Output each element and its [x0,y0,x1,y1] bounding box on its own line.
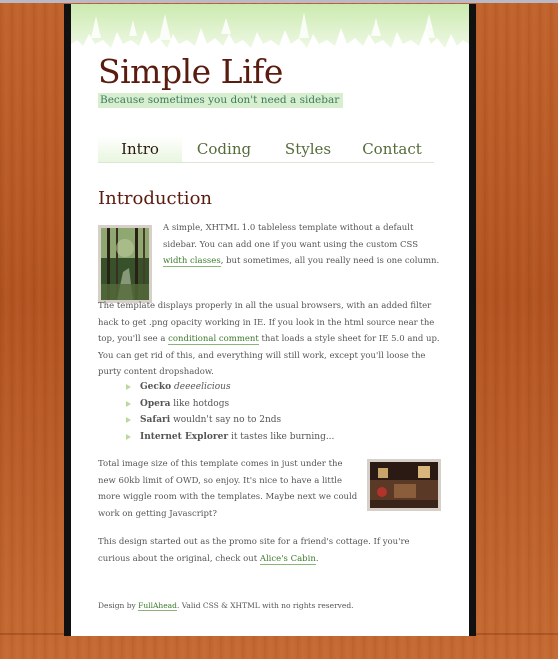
browser-list: Gecko deeeelicious Opera like hotdogs Sa… [126,379,334,445]
arrow-bullet-icon [126,400,131,407]
fullahead-link[interactable]: FullAhead [138,601,177,611]
list-item: Internet Explorer it tastes like burning… [126,429,334,446]
window-top-border [0,0,558,3]
origin-text: This design started out as the promo sit… [98,537,410,564]
cabin-photo [367,459,441,511]
list-item: Gecko deeeelicious [126,379,334,396]
forest-photo [98,225,152,303]
main-nav: Intro Coding Styles Contact [98,136,434,163]
origin-paragraph: This design started out as the promo sit… [98,534,444,567]
nav-tab-coding[interactable]: Coding [182,136,266,162]
intro-paragraph: A simple, XHTML 1.0 tableless template w… [163,220,443,270]
width-classes-link[interactable]: width classes [163,256,221,267]
browser-paragraph: The template displays properly in all th… [98,298,444,381]
intro-text-end: , but sometimes, all you really need is … [220,256,440,266]
footer-text: Design by [98,601,139,610]
list-item: Opera like hotdogs [126,396,334,413]
nav-tab-styles[interactable]: Styles [266,136,350,162]
page-shadow-right [469,4,476,636]
nav-tab-contact[interactable]: Contact [350,136,434,162]
site-tagline: Because sometimes you don't need a sideb… [98,93,344,108]
image-size-paragraph: Total image size of this template comes … [98,459,358,519]
arrow-bullet-icon [126,433,131,440]
origin-text-end: . [315,553,319,564]
alices-cabin-link[interactable]: Alice's Cabin [259,553,316,565]
nav-tab-intro[interactable]: Intro [98,136,182,162]
intro-text: A simple, XHTML 1.0 tableless template w… [163,223,419,250]
content-page: Simple Life Because sometimes you don't … [71,4,469,636]
page-shadow-left [64,4,71,636]
site-title: Simple Life [98,52,283,91]
cabin-image [370,462,438,508]
arrow-bullet-icon [126,417,131,423]
footer-text-end: . Valid CSS & XHTML with no rights reser… [176,601,354,610]
forest-image [101,228,149,300]
footer: Design by FullAhead. Valid CSS & XHTML w… [98,601,354,611]
intro-heading: Introduction [98,188,212,209]
list-item: Safari wouldn't say no to 2nds [126,412,334,429]
conditional-comment-link[interactable]: conditional comment [168,334,259,345]
tree-header-graphic [71,4,469,50]
arrow-bullet-icon [126,384,131,390]
